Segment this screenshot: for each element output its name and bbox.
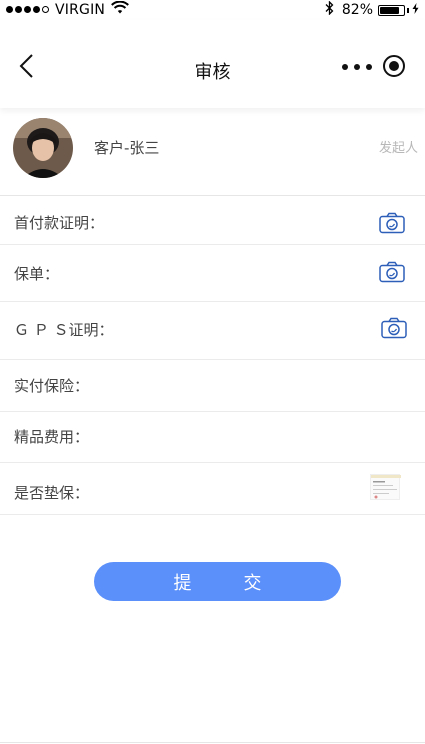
signal-dot <box>6 6 13 13</box>
signal-dot <box>15 6 22 13</box>
more-dot-icon <box>342 64 348 70</box>
submit-button[interactable]: 提交 <box>94 562 341 601</box>
navigation-bar: 审核 <box>0 20 425 108</box>
form-row-paid-insurance: 实付保险： <box>0 360 425 412</box>
bottom-divider <box>0 742 425 743</box>
battery-icon <box>378 4 405 16</box>
row-label: 精品费用： <box>14 428 90 446</box>
target-icon <box>389 61 399 71</box>
charging-icon <box>412 2 419 18</box>
camera-icon[interactable] <box>379 261 405 283</box>
more-dot-icon <box>354 64 360 70</box>
initiator-row: 客户-张三 发起人 <box>0 108 425 196</box>
form-row-accessories-fee: 精品费用： <box>0 412 425 463</box>
initiator-tag: 发起人 <box>378 141 418 156</box>
camera-icon[interactable] <box>381 317 407 339</box>
form-row-policy: 保单： <box>0 245 425 302</box>
signal-dot <box>24 6 31 13</box>
carrier-name: VIRGIN <box>55 1 106 18</box>
close-capsule-button[interactable] <box>383 55 405 77</box>
customer-name: 客户-张三 <box>94 139 160 157</box>
attachment-thumbnail[interactable] <box>370 474 401 500</box>
signal-carrier: VIRGIN <box>6 0 130 18</box>
status-bar: VIRGIN 82% <box>0 0 425 20</box>
avatar <box>13 118 73 178</box>
row-label: 首付款证明： <box>14 214 105 232</box>
form-row-advance-insurance: 是否垫保： <box>0 463 425 515</box>
row-label: 是否垫保： <box>14 484 90 502</box>
battery-cap <box>407 7 409 13</box>
signal-dot-empty <box>42 6 49 13</box>
more-menu-button[interactable] <box>342 60 372 74</box>
form-row-gps: Ｇ Ｐ Ｓ证明： <box>0 302 425 360</box>
signal-dot <box>33 6 40 13</box>
row-label: 保单： <box>14 265 60 283</box>
battery-area: 82% <box>325 0 419 19</box>
form-row-down-payment: 首付款证明： <box>0 197 425 245</box>
row-label: Ｇ Ｐ Ｓ证明： <box>14 321 114 339</box>
battery-percent: 82% <box>341 2 373 18</box>
row-label: 实付保险： <box>14 377 90 395</box>
wifi-icon <box>111 0 130 18</box>
camera-icon[interactable] <box>379 212 405 234</box>
more-dot-icon <box>366 64 372 70</box>
bluetooth-icon <box>325 0 334 19</box>
